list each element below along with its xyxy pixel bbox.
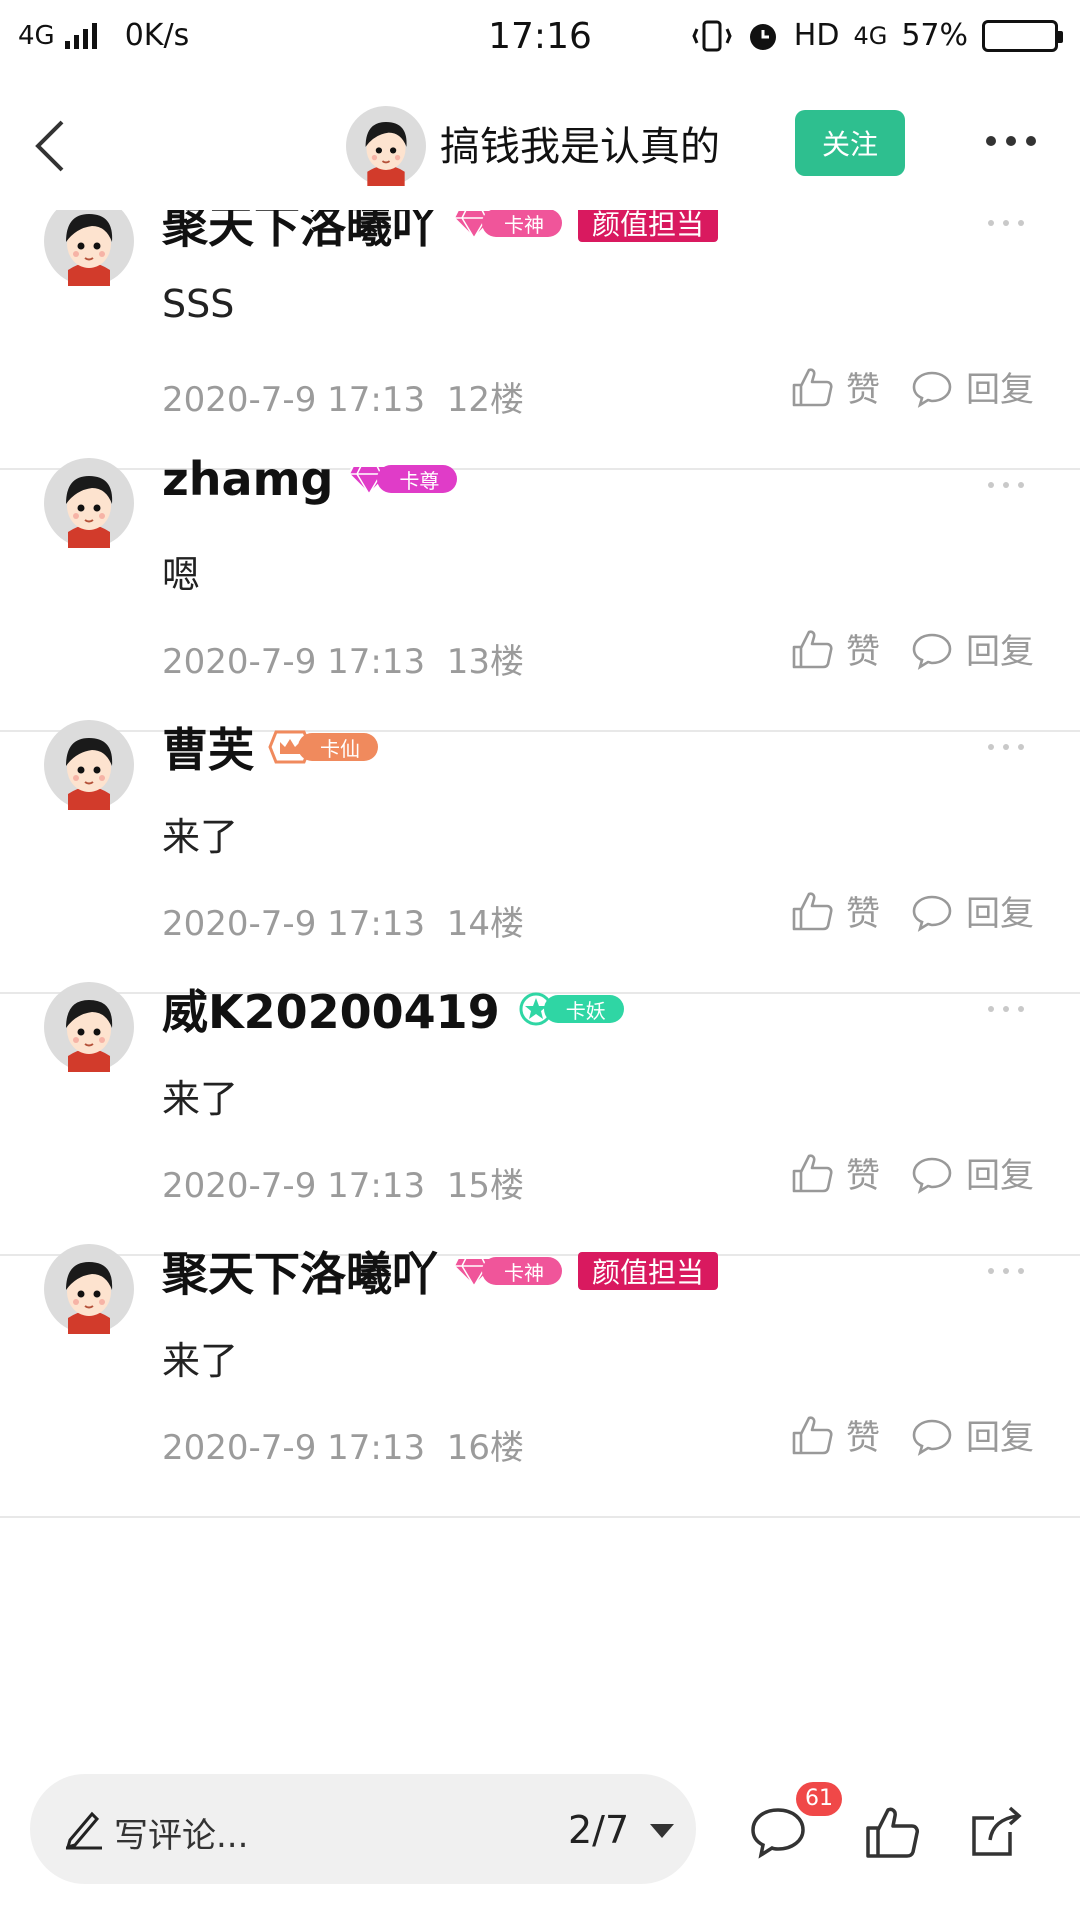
level-badge-label: 卡神	[482, 209, 562, 237]
reply-label[interactable]: 回复	[966, 1148, 1034, 1197]
user-avatar[interactable]	[44, 1244, 134, 1334]
data-type-label: 4G	[853, 21, 888, 50]
username-text: 威K20200419	[162, 985, 500, 1039]
like-label[interactable]: 赞	[846, 1410, 880, 1459]
pencil-icon	[65, 1811, 102, 1850]
thumbs-up-icon[interactable]	[790, 627, 834, 671]
comment-actions: 赞 回复	[790, 1410, 1034, 1459]
author-avatar[interactable]	[346, 106, 426, 186]
bottom-bar: 写评论... 2/7 61	[0, 1748, 1080, 1920]
reply-bubble-icon[interactable]	[910, 365, 954, 409]
reply-bubble-icon[interactable]	[910, 1413, 954, 1457]
comment-actions: 赞 回复	[790, 624, 1034, 673]
comment-more-icon[interactable]	[988, 220, 1024, 226]
battery-percent: 57%	[901, 18, 968, 53]
status-bar: 4G 0K/s 17:16 HD 4G 57%	[0, 0, 1080, 76]
comment-floor: 16楼	[446, 1428, 525, 1468]
comment-actions: 赞 回复	[790, 1148, 1034, 1197]
page-title: 搞钱我是认真的	[440, 124, 720, 170]
user-avatar[interactable]	[44, 720, 134, 810]
comment-more-icon[interactable]	[988, 744, 1024, 750]
reply-bubble-icon[interactable]	[910, 627, 954, 671]
username-text: 聚天下洛曦吖	[162, 1247, 438, 1301]
level-badge: 卡神	[452, 1254, 562, 1288]
top-nav-bar: 搞钱我是认真的 关注	[0, 76, 1080, 210]
back-arrow-icon[interactable]	[30, 116, 70, 176]
like-label[interactable]: 赞	[846, 624, 880, 673]
comment-placeholder: 写评论...	[114, 1816, 249, 1856]
level-badge: 卡尊	[347, 462, 458, 496]
thumbs-up-icon[interactable]	[790, 1413, 834, 1457]
reply-bubble-icon[interactable]	[910, 1151, 954, 1195]
comment-text: 来了	[162, 815, 239, 859]
like-label[interactable]: 赞	[846, 1148, 880, 1197]
comment-text: 嗯	[162, 553, 201, 597]
reply-label[interactable]: 回复	[966, 362, 1034, 411]
user-avatar[interactable]	[44, 458, 134, 548]
thumbs-up-icon[interactable]	[790, 1151, 834, 1195]
reply-label[interactable]: 回复	[966, 1410, 1034, 1459]
thumbs-up-icon[interactable]	[790, 889, 834, 933]
comment-item: 聚天下洛曦吖 卡神 颜值担当 来了 2020-7-9 17:13 16楼 赞 回…	[0, 1198, 1080, 1518]
alarm-icon	[749, 23, 776, 50]
level-badge-label: 卡神	[482, 1257, 562, 1285]
username[interactable]: zhamg 卡尊	[162, 452, 458, 506]
like-label[interactable]: 赞	[846, 886, 880, 935]
like-label[interactable]: 赞	[846, 362, 880, 411]
share-icon[interactable]	[966, 1802, 1026, 1862]
username[interactable]: 威K20200419 卡妖	[162, 976, 624, 1042]
comment-more-icon[interactable]	[988, 1268, 1024, 1274]
level-badge-label: 卡妖	[543, 995, 624, 1023]
follow-button[interactable]: 关注	[795, 110, 905, 176]
comment-count-badge: 61	[796, 1782, 842, 1816]
reply-label[interactable]: 回复	[966, 624, 1034, 673]
chevron-down-icon[interactable]	[650, 1824, 674, 1838]
comment-input[interactable]: 写评论... 2/7	[30, 1774, 696, 1884]
thumbs-up-icon[interactable]	[790, 365, 834, 409]
comment-datetime: 2020-7-9 17:13	[162, 1428, 426, 1468]
username[interactable]: 曹芙 卡仙	[162, 714, 378, 780]
vibrate-icon	[692, 20, 732, 51]
battery-icon	[982, 19, 1063, 52]
comment-actions: 赞 回复	[790, 362, 1034, 411]
user-avatar[interactable]	[44, 982, 134, 1072]
username-text: 曹芙	[162, 723, 254, 777]
title-tag: 颜值担当	[578, 1252, 719, 1290]
reply-bubble-icon[interactable]	[910, 889, 954, 933]
username-text: zhamg	[162, 452, 334, 506]
comment-icon[interactable]	[748, 1802, 808, 1862]
level-badge-label: 卡尊	[377, 465, 458, 493]
comment-meta: 2020-7-9 17:13 16楼	[162, 1420, 524, 1469]
comment-text: 来了	[162, 1077, 239, 1121]
comment-text: SSS	[162, 282, 235, 326]
comment-more-icon[interactable]	[988, 482, 1024, 488]
reply-label[interactable]: 回复	[966, 886, 1034, 935]
level-badge: 卡仙	[268, 730, 378, 764]
page-indicator[interactable]: 2/7	[568, 1808, 629, 1852]
username[interactable]: 聚天下洛曦吖 卡神 颜值担当	[162, 1238, 719, 1304]
level-badge-label: 卡仙	[298, 733, 378, 761]
like-icon[interactable]	[862, 1802, 922, 1862]
hd-label: HD	[793, 18, 840, 53]
more-options-icon[interactable]	[986, 136, 1036, 146]
comment-actions: 赞 回复	[790, 886, 1034, 935]
level-badge: 卡神	[452, 206, 562, 240]
level-badge: 卡妖	[514, 992, 624, 1026]
comment-text: 来了	[162, 1339, 239, 1383]
comment-more-icon[interactable]	[988, 1006, 1024, 1012]
